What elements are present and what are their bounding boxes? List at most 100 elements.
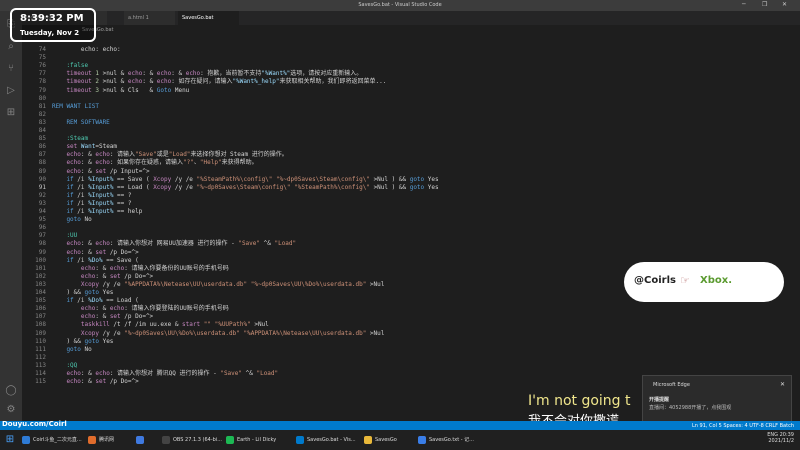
stream-watermark: Douyu.com/Coirl (2, 420, 67, 428)
account-icon[interactable]: ◯ (5, 385, 17, 397)
extensions-icon[interactable]: ⊞ (5, 107, 17, 119)
start-windows-icon[interactable]: ⊞ (4, 434, 16, 446)
code-token: "%APPDATA%\Netease\UU\userdata.db" (124, 280, 248, 288)
status-info[interactable]: Ln 91, Col 5 Spaces: 4 UTF-8 CRLF Batch (692, 423, 794, 429)
code-line[interactable]: ) && goto Yes (52, 338, 113, 346)
source-control-icon[interactable]: ⑂ (5, 63, 17, 75)
code-line[interactable]: timeout 2 >nul & echo: & echo: 如存在疑问，请输入… (52, 78, 386, 86)
code-token: : & (142, 78, 157, 86)
close-window-button[interactable]: ✕ (782, 1, 787, 8)
code-token: goto (84, 337, 99, 345)
code-line[interactable]: echo: & set /p Do=^> (52, 273, 153, 281)
code-line[interactable]: if /i %Do% == Save ( (52, 256, 138, 265)
code-token: if (52, 199, 74, 207)
window-title: SavesGo.bat - Visual Studio Code (358, 2, 442, 8)
code-line[interactable]: REM SOFTWARE (52, 119, 109, 127)
line-number: 114 (35, 370, 46, 377)
code-token: Menu (171, 86, 190, 94)
code-token: /i (73, 191, 89, 199)
line-number: 111 (35, 345, 46, 353)
minimize-button[interactable]: ─ (742, 1, 746, 8)
system-tray[interactable]: ENG 20:39 2021/11/2 (767, 432, 794, 444)
code-line[interactable]: echo: & echo: 请输入你想对 腾讯QQ 进行的操作 - "Save"… (52, 370, 278, 378)
line-number: 89 (38, 167, 46, 175)
taskbar-item[interactable]: SavesGo (364, 433, 414, 447)
code-token: set (109, 272, 121, 280)
code-line[interactable]: if /i %Input% == help (52, 208, 142, 216)
taskbar-item[interactable] (136, 433, 158, 447)
code-line[interactable]: timeout 3 >nul & Cls & Goto Menu (52, 87, 189, 95)
code-token: == ? (113, 199, 132, 207)
code-line[interactable]: echo: & echo: 请输入你要备份的UU账号的手机号码 (52, 265, 229, 273)
code-token: Xcopy (153, 183, 172, 191)
badge-handle: @Coirls (634, 275, 676, 286)
notification-close-icon[interactable]: ✕ (780, 381, 785, 388)
code-token: set (109, 313, 121, 321)
code-line[interactable]: echo: & set /p Do=^> (52, 313, 153, 321)
code-token: /t /f /im uu.exe & (109, 321, 183, 329)
code-token: >nul & Cls & (98, 86, 157, 94)
taskbar-item[interactable]: Coirl斗鱼_二次元直... (22, 433, 84, 447)
code-token: /p Do=^> (120, 272, 154, 280)
code-line[interactable]: :QQ (52, 362, 77, 370)
code-line[interactable]: ) && goto Yes (52, 289, 113, 297)
code-token: /y /e (98, 329, 125, 337)
code-line[interactable]: if /i %Input% == Save ( Xcopy /y /e "%St… (52, 176, 438, 184)
code-token: ) && (52, 337, 85, 345)
taskbar-item[interactable]: 腾讯网 (88, 433, 132, 447)
maximize-button[interactable]: ❐ (762, 1, 767, 8)
taskbar-item-label: Coirl斗鱼_二次元直... (33, 437, 82, 443)
edge-notification[interactable]: Microsoft Edge ✕ 开播提醒 直播间：4052988开播了，点我围… (642, 375, 792, 425)
settings-gear-icon[interactable]: ⚙ (5, 404, 17, 416)
code-line[interactable]: Xcopy /y /e "%~dp0Saves\UU\%Do%\userdata… (52, 330, 384, 338)
code-line[interactable]: goto No (52, 216, 92, 224)
code-line[interactable]: echo: & set /p Input=^> (52, 168, 149, 176)
tab-a-html[interactable]: a.html 1 (124, 11, 176, 25)
code-line[interactable]: set Want=Steam (52, 143, 117, 151)
code-line[interactable]: if /i %Input% == Load ( Xcopy /y /e "%~d… (52, 183, 438, 192)
line-number: 113 (35, 361, 46, 369)
code-line[interactable]: REM WANT LIST (52, 103, 99, 111)
code-token: : & (95, 305, 110, 313)
code-editor[interactable]: 74 75 76 77 78 79 80 81 82 83 84 85 86 87 88 89 90 91 92 93… (22, 35, 800, 421)
code-line[interactable]: if /i %Input% == ? (52, 191, 131, 200)
taskbar-item[interactable]: Earth - Lil Dicky (226, 433, 292, 447)
taskbar-item[interactable]: SavesGo.bat - Vis... (296, 433, 360, 447)
app-icon (418, 436, 426, 444)
code-line[interactable]: echo: & echo: 请输入你要登陆的UU账号的手机号码 (52, 305, 229, 313)
code-token: %Do% (88, 256, 103, 264)
code-area[interactable]: echo: echo: :false timeout 1 >nul & echo… (52, 35, 792, 421)
code-line[interactable]: echo: & set /p Do=^> (52, 378, 138, 386)
code-token: echo: echo: (52, 46, 121, 53)
line-number: 98 (38, 240, 46, 248)
code-token: %Input% (88, 191, 114, 199)
line-number: 112 (35, 353, 46, 361)
code-token: No (80, 216, 92, 224)
code-line[interactable]: Xcopy /y /e "%APPDATA%\Netease\UU\userda… (52, 281, 384, 289)
code-line[interactable]: echo: & set /p Do=^> (52, 249, 138, 257)
search-icon[interactable]: ⌕ (5, 41, 17, 53)
code-line[interactable]: goto No (52, 346, 91, 354)
taskbar-item[interactable]: SavesGo.txt - 记... (418, 433, 488, 447)
code-token: "%~dp0Saves\UU\%Do%\userdata.db" (124, 329, 240, 337)
pointing-hand-icon: ☞ (680, 274, 690, 287)
code-line[interactable]: if /i %Input% == ? (52, 199, 132, 208)
code-line[interactable]: echo: & echo: 请输入你想对 网易UU加速器 进行的操作 - "Sa… (52, 240, 296, 248)
code-token: echo (127, 70, 143, 78)
code-token: /i (73, 199, 89, 207)
code-line[interactable]: echo: echo: (52, 46, 121, 54)
code-token: :QQ (52, 361, 78, 369)
app-icon (364, 436, 372, 444)
code-line[interactable]: taskkill /t /f /im uu.exe & start "" "%U… (52, 321, 269, 329)
code-line[interactable]: :false (52, 62, 88, 70)
taskbar-item[interactable]: OBS 27.1.3 (64-bi... (162, 433, 222, 447)
code-line[interactable]: :Steam (52, 135, 88, 143)
line-number: 84 (38, 127, 46, 134)
tray-date[interactable]: 2021/11/2 (768, 438, 794, 444)
code-line[interactable]: if /i %Do% == Load ( (52, 297, 138, 305)
code-line[interactable]: echo: & echo: 如果你存在疑惑，请输入"?"、"Help"来获得帮助… (52, 159, 257, 167)
tab-savesgo-bat[interactable]: SavesGo.bat (178, 11, 240, 25)
breadcrumb[interactable]: SavesGo.bat (22, 25, 800, 35)
run-debug-icon[interactable]: ▷ (5, 85, 17, 97)
title-bar: SavesGo.bat - Visual Studio Code ─ ❐ ✕ (0, 0, 800, 11)
